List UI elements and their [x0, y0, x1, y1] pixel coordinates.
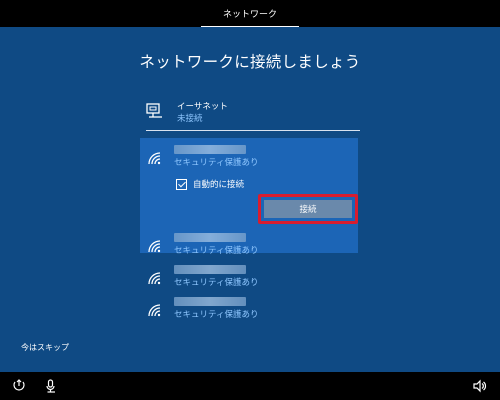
wifi-icon — [148, 304, 161, 317]
wifi-icon — [148, 240, 161, 253]
ethernet-name: イーサネット — [177, 102, 228, 112]
auto-connect-checkbox[interactable] — [176, 178, 187, 190]
ethernet-item[interactable]: イーサネット 未接続 — [146, 99, 360, 131]
main-panel: ネットワークに接続しましょう イーサネット 未接続 セキュリティ保護あり 自動的… — [0, 27, 500, 372]
wifi-ssid-redacted — [174, 265, 246, 274]
ethernet-icon — [146, 103, 162, 118]
accessibility-icon[interactable] — [12, 379, 26, 393]
microphone-icon[interactable] — [44, 379, 58, 393]
wifi-security: セキュリティ保護あり — [174, 278, 259, 288]
wifi-security: セキュリティ保護あり — [174, 158, 259, 168]
wifi-icon — [148, 272, 161, 285]
taskbar — [0, 372, 500, 400]
auto-connect-row[interactable]: 自動的に接続 — [176, 178, 244, 190]
wifi-ssid-redacted — [174, 233, 246, 242]
tab-network[interactable]: ネットワーク — [201, 0, 299, 27]
wifi-item[interactable]: セキュリティ保護あり — [140, 290, 358, 330]
wifi-icon — [148, 152, 161, 165]
wifi-security: セキュリティ保護あり — [174, 246, 259, 256]
skip-link[interactable]: 今はスキップ — [21, 342, 69, 353]
top-bar: ネットワーク — [0, 0, 500, 27]
connect-button[interactable]: 接続 — [264, 200, 352, 218]
auto-connect-label: 自動的に接続 — [193, 180, 245, 190]
speaker-icon[interactable] — [473, 379, 487, 393]
page-title: ネットワークに接続しましょう — [139, 53, 361, 71]
ethernet-status: 未接続 — [177, 114, 203, 124]
wifi-security: セキュリティ保護あり — [174, 310, 259, 320]
wifi-ssid-redacted — [174, 297, 246, 306]
connect-highlight: 接続 — [258, 194, 358, 224]
wifi-ssid-redacted — [174, 145, 246, 154]
